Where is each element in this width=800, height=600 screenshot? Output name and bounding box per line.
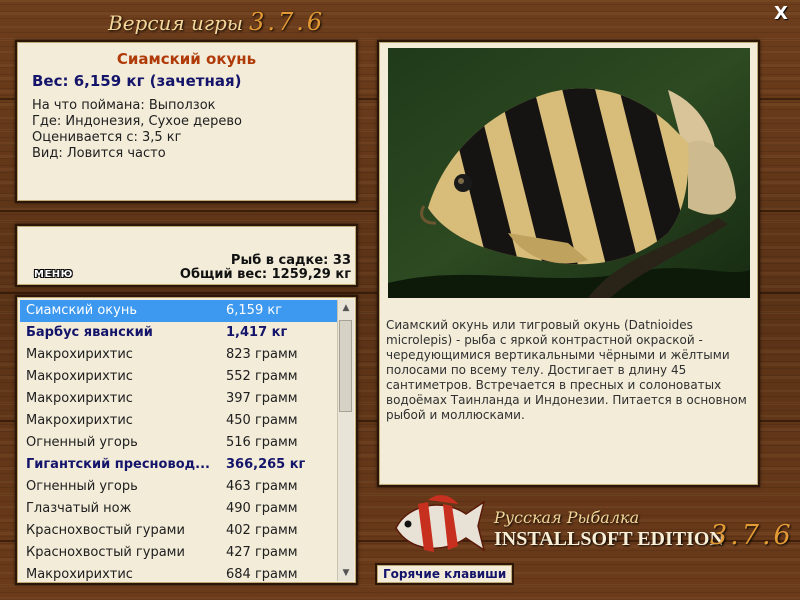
game-logo: Русская Рыбалка INSTALLSOFT EDITION 3.7.… xyxy=(388,490,791,560)
catch-list-row[interactable]: Макрохирихтис 450 грамм xyxy=(20,410,338,432)
fish-description: Сиамский окунь или тигровый окунь (Datni… xyxy=(386,318,747,422)
title-version: 3.7.6 xyxy=(249,8,326,36)
catch-list-row[interactable]: Барбус яванский 1,417 кг xyxy=(20,322,338,344)
catch-fish-weight: 516 грамм xyxy=(226,435,298,450)
catch-fish-weight: 450 грамм xyxy=(226,413,298,428)
catch-fish-name: Макрохирихтис xyxy=(26,369,133,384)
fish-photo xyxy=(388,48,750,298)
catch-fish-weight: 366,265 кг xyxy=(226,457,306,472)
fish-weight: Вес: 6,159 кг (зачетная) xyxy=(32,72,242,90)
scroll-up-arrow-icon[interactable]: ▲ xyxy=(338,300,354,316)
catch-fish-weight: 552 грамм xyxy=(226,369,298,384)
hotkeys-button[interactable]: Горячие клавиши xyxy=(375,563,515,585)
catch-list-row[interactable]: Огненный угорь 516 грамм xyxy=(20,432,338,454)
close-button[interactable]: X xyxy=(772,5,790,23)
catch-list-row[interactable]: Макрохирихтис 684 грамм xyxy=(20,564,338,583)
catch-list-row[interactable]: Краснохвостый гурами 427 грамм xyxy=(20,542,338,564)
catch-fish-weight: 823 грамм xyxy=(226,347,298,362)
close-icon: X xyxy=(774,3,788,24)
logo-fish-icon xyxy=(395,495,486,552)
title-text: Версия игры xyxy=(108,11,244,35)
scroll-thumb[interactable] xyxy=(339,320,352,412)
fish-count: Рыб в садке: 33 xyxy=(230,253,351,268)
logo-subtitle: Русская Рыбалка xyxy=(494,508,640,527)
catch-list-row[interactable]: Огненный угорь 463 грамм xyxy=(20,476,338,498)
catch-list-row[interactable]: Гигантский пресновод... 366,265 кг xyxy=(20,454,338,476)
catch-list: Сиамский окунь 6,159 кг Барбус яванский 1,4… xyxy=(20,300,338,583)
catch-fish-name: Макрохирихтис xyxy=(26,567,133,582)
fish-info-panel: Сиамский окунь Вес: 6,159 кг (зачетная) … xyxy=(15,40,358,203)
catch-list-row[interactable]: Макрохирихтис 552 грамм xyxy=(20,366,338,388)
catch-fish-name: Огненный угорь xyxy=(26,479,138,494)
catch-list-row[interactable]: Краснохвостый гурами 402 грамм xyxy=(20,520,338,542)
catch-fish-name: Барбус яванский xyxy=(26,325,153,340)
catch-fish-name: Глазчатый нож xyxy=(26,501,132,516)
catch-list-row[interactable]: Глазчатый нож 490 грамм xyxy=(20,498,338,520)
catch-fish-weight: 397 грамм xyxy=(226,391,298,406)
catch-fish-weight: 427 грамм xyxy=(226,545,298,560)
catch-list-row[interactable]: Сиамский окунь 6,159 кг xyxy=(20,300,338,322)
catch-fish-name: Макрохирихтис xyxy=(26,391,133,406)
bait-info: На что поймана: Выползок xyxy=(32,98,216,113)
catch-fish-name: Огненный угорь xyxy=(26,435,138,450)
catch-fish-weight: 463 грамм xyxy=(226,479,298,494)
fish-photo-panel: Сиамский окунь или тигровый окунь (Datni… xyxy=(377,40,760,487)
window-title: Версия игры 3.7.6 xyxy=(108,8,325,36)
catch-list-panel: Сиамский окунь 6,159 кг Барбус яванский 1,4… xyxy=(15,295,358,585)
catch-list-row[interactable]: Макрохирихтис 397 грамм xyxy=(20,388,338,410)
catch-fish-name: Макрохирихтис xyxy=(26,413,133,428)
menu-button[interactable]: МЕНЮ xyxy=(34,269,73,280)
catch-fish-name: Краснохвостый гурами xyxy=(26,523,185,538)
catch-list-row[interactable]: Макрохирихтис 823 грамм xyxy=(20,344,338,366)
catch-fish-weight: 490 грамм xyxy=(226,501,298,516)
catch-fish-name: Гигантский пресновод... xyxy=(26,457,210,472)
list-scrollbar[interactable]: ▲ ▼ xyxy=(337,300,354,581)
logo-edition: INSTALLSOFT EDITION xyxy=(494,528,724,550)
catch-fish-weight: 6,159 кг xyxy=(226,303,283,318)
catch-stats-panel: Рыб в садке: 33 Общий вес: 1259,29 кг МЕ… xyxy=(15,224,358,287)
catch-fish-name: Макрохирихтис xyxy=(26,347,133,362)
trophy-threshold-info: Оценивается с: 3,5 кг xyxy=(32,130,182,145)
logo-version: 3.7.6 xyxy=(710,520,794,551)
catch-fish-weight: 684 грамм xyxy=(226,567,298,582)
scroll-down-arrow-icon[interactable]: ▼ xyxy=(338,565,354,581)
catch-fish-name: Краснохвостый гурами xyxy=(26,545,185,560)
fish-name: Сиамский окунь xyxy=(116,50,257,68)
species-frequency-info: Вид: Ловится часто xyxy=(32,146,166,161)
catch-fish-name: Сиамский окунь xyxy=(26,303,137,318)
total-weight: Общий вес: 1259,29 кг xyxy=(179,267,351,282)
catch-fish-weight: 402 грамм xyxy=(226,523,298,538)
catch-fish-weight: 1,417 кг xyxy=(226,325,288,340)
location-info: Где: Индонезия, Сухое дерево xyxy=(32,114,242,129)
